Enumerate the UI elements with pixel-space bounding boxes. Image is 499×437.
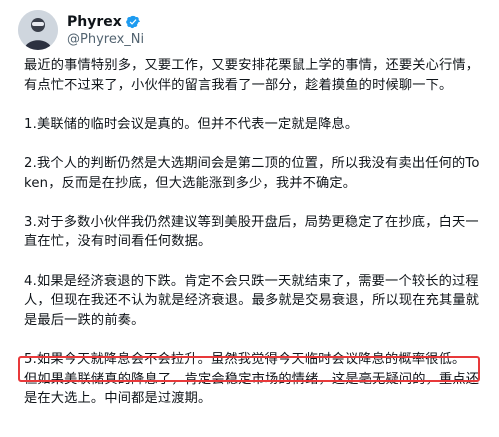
tweet-header: Phyrex @Phyrex_Ni: [18, 10, 144, 50]
tweet-paragraph-5-continued: 但如果美联储真的降息了，肯定会稳定市场的情绪，这是毫无疑问的，重点还是在大选上。…: [24, 371, 480, 407]
tweet-paragraph-intro: 最近的事情特别多，又要工作，又要安排花栗鼠上学的事情，还要关心行情，有点忙不过来…: [24, 58, 480, 93]
tweet-paragraph-1: 1.美联储的临时会议是真的。但并不代表一定就是降息。: [24, 116, 359, 132]
author-block: Phyrex @Phyrex_Ni: [67, 13, 144, 48]
author-name-row: Phyrex: [67, 13, 144, 31]
tweet-paragraph-5: 5.如果今天就降息会不会拉升。虽然我觉得今天临时会议降息的概率很低。: [24, 351, 466, 367]
author-name[interactable]: Phyrex: [67, 13, 122, 31]
tweet-paragraph-4: 4.如果是经济衰退的下跌。肯定不会只跌一天就结束了，需要一个较长的过程人，但现在…: [24, 273, 480, 328]
avatar[interactable]: [18, 10, 58, 50]
tweet-body: 最近的事情特别多，又要工作，又要安排花栗鼠上学的事情，还要关心行情，有点忙不过来…: [24, 56, 480, 409]
tweet-paragraph-2: 2.我个人的判断仍然是大选期间会是第二顶的位置，所以我没有卖出任何的Token，…: [24, 155, 480, 191]
verified-badge-icon: [125, 15, 140, 28]
tweet-paragraph-3: 3.对于多数小伙伴我仍然建议等到美股开盘后，局势更稳定了在抄底，白天一直在忙，没…: [24, 214, 479, 250]
avatar-image: [18, 10, 58, 50]
tweet-card: Phyrex @Phyrex_Ni 最近的事情特别多，又要工作，又要安排花栗鼠上…: [0, 0, 499, 437]
author-handle[interactable]: @Phyrex_Ni: [67, 31, 144, 48]
